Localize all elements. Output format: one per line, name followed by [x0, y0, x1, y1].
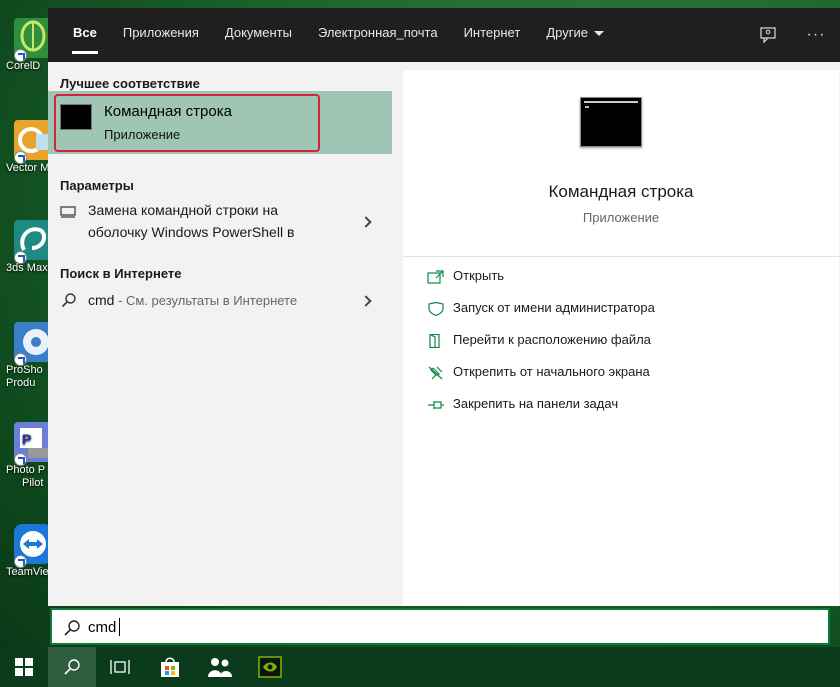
nvidia-icon — [258, 656, 282, 678]
more-icon: ··· — [806, 26, 826, 43]
best-match-item[interactable]: Командная строка Приложение — [48, 91, 392, 154]
desktop-icon-label: 3ds Max — [6, 262, 48, 274]
action-open-file-location[interactable]: Перейти к расположению файла — [427, 332, 651, 348]
unpin-icon — [428, 366, 443, 380]
tab-email[interactable]: Электронная_почта — [305, 8, 451, 62]
more-options-button[interactable]: ··· — [792, 8, 840, 62]
chevron-down-icon — [593, 31, 604, 37]
chevron-right-icon — [360, 216, 372, 228]
photo-print-pilot-icon: P — [14, 422, 52, 466]
proshow-icon — [14, 322, 52, 366]
taskbar — [0, 647, 840, 687]
action-label: Открыть — [453, 268, 505, 283]
feedback-icon — [760, 27, 776, 44]
web-search-suffix: - См. результаты в Интернете — [114, 293, 298, 308]
search-filter-tabs: Все Приложения Документы Электронная_поч… — [48, 8, 840, 62]
desktop-icon-label: Vector M — [6, 162, 50, 174]
people-icon — [208, 658, 232, 677]
tab-documents[interactable]: Документы — [212, 8, 305, 62]
tab-apps[interactable]: Приложения — [110, 8, 212, 62]
search-icon — [64, 620, 80, 636]
action-pin-taskbar[interactable]: Закрепить на панели задач — [427, 396, 618, 412]
settings-result-item[interactable]: Замена командной строки на оболочку Wind… — [48, 200, 392, 246]
desktop-icon-coreldraw[interactable]: CorelD — [0, 18, 52, 73]
desktop-icon-label: TeamVie — [6, 566, 49, 578]
action-unpin-start[interactable]: Открепить от начального экрана — [427, 364, 650, 380]
web-search-query: cmd — [88, 292, 115, 308]
taskbar-people[interactable] — [196, 647, 244, 687]
desktop-icon-label-2: Produ — [6, 377, 36, 389]
desktop-icon-photo-print-pilot[interactable]: P Photo P Pilot — [0, 422, 52, 490]
desktop-icon-vector-magic[interactable]: Vector M — [0, 120, 52, 175]
taskbar-search-button[interactable] — [48, 647, 96, 687]
3ds-max-icon — [14, 220, 52, 264]
results-list: Лучшее соответствие Командная строка При… — [48, 62, 393, 606]
search-panel: Все Приложения Документы Электронная_поч… — [48, 8, 840, 606]
settings-monitor-icon — [60, 206, 76, 218]
settings-heading: Параметры — [60, 178, 134, 193]
preview-subtitle: Приложение — [582, 210, 660, 225]
search-icon — [61, 293, 76, 308]
action-label: Открепить от начального экрана — [453, 364, 650, 379]
chevron-right-icon — [360, 295, 372, 307]
preview-title: Командная строка — [548, 182, 694, 201]
taskbar-nvidia[interactable] — [246, 647, 294, 687]
task-view-button[interactable] — [96, 647, 144, 687]
desktop-icon-teamviewer[interactable]: TeamVie — [0, 524, 52, 579]
admin-shield-icon — [428, 301, 444, 316]
search-icon — [64, 659, 80, 675]
action-label: Запуск от имени администратора — [453, 300, 655, 315]
file-location-icon — [429, 333, 440, 348]
task-view-icon — [110, 660, 130, 674]
desktop-icon-label: ProSho — [6, 364, 43, 376]
action-label: Закрепить на панели задач — [453, 396, 619, 411]
tab-more[interactable]: Другие — [533, 8, 617, 62]
desktop-icon-3ds-max[interactable]: 3ds Max — [0, 220, 52, 275]
preview-pane: Командная строка Приложение Открыть Запу… — [403, 70, 839, 606]
settings-item-line1: Замена командной строки на — [88, 202, 279, 218]
teamviewer-icon — [14, 524, 52, 568]
desktop-icon-label-2: Pilot — [22, 477, 44, 489]
divider — [403, 256, 839, 257]
best-match-heading: Лучшее соответствие — [60, 76, 200, 91]
feedback-button[interactable] — [744, 8, 792, 62]
web-search-item[interactable]: cmd - См. результаты в Интернете — [48, 289, 392, 313]
cmd-app-large-icon — [580, 97, 642, 147]
open-icon — [427, 269, 444, 284]
vector-magic-icon — [14, 120, 52, 164]
svg-text:P: P — [22, 431, 31, 447]
selection-highlight-frame — [54, 94, 320, 152]
pin-taskbar-icon — [428, 400, 444, 409]
start-button[interactable] — [0, 647, 48, 687]
desktop-icon-label: CorelD — [6, 60, 41, 72]
desktop-icon-proshow[interactable]: ProSho Produ — [0, 322, 52, 390]
action-label: Перейти к расположению файла — [453, 332, 651, 347]
desktop-icon-label: Photo P — [6, 464, 46, 476]
windows-logo-icon — [15, 658, 33, 676]
store-icon — [161, 657, 179, 677]
tab-web[interactable]: Интернет — [451, 8, 534, 62]
action-run-as-admin[interactable]: Запуск от имени администратора — [427, 300, 655, 316]
text-cursor — [119, 618, 120, 636]
settings-item-line2: оболочку Windows PowerShell в — [88, 224, 295, 240]
tab-all[interactable]: Все — [60, 8, 110, 62]
search-box[interactable]: cmd — [50, 608, 830, 645]
action-open[interactable]: Открыть — [427, 268, 504, 284]
search-input[interactable]: cmd — [88, 619, 116, 636]
tab-more-label: Другие — [546, 25, 588, 40]
taskbar-store[interactable] — [146, 647, 194, 687]
coreldraw-icon — [14, 18, 52, 62]
web-search-heading: Поиск в Интернете — [60, 266, 182, 281]
